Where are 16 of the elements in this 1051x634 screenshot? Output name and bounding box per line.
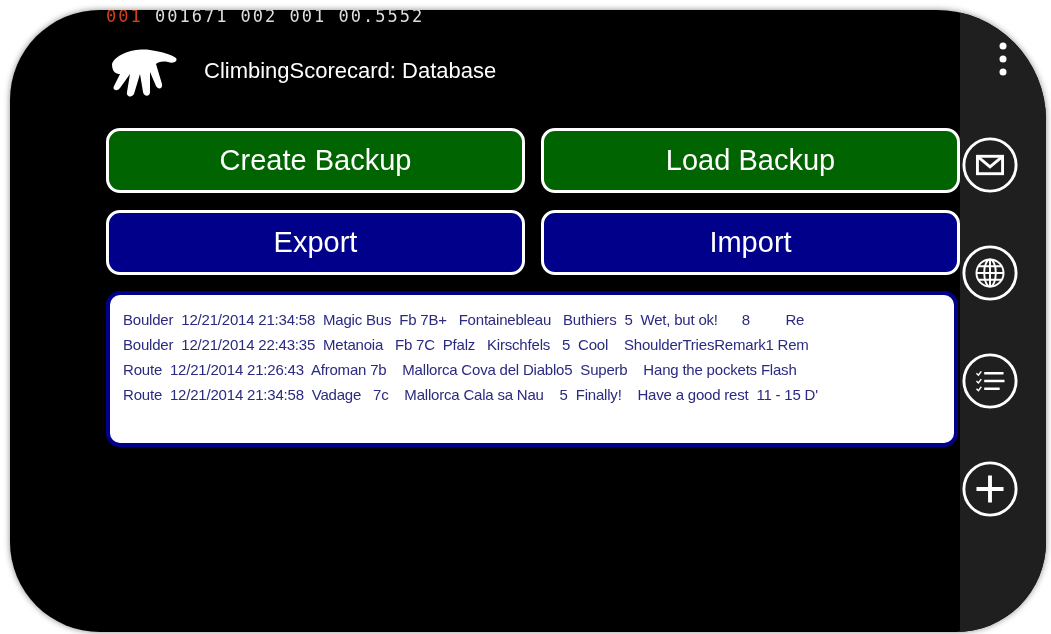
record-row[interactable]: Boulder 12/21/2014 22:43:35 Metanoia Fb 7C Pfalz Kirschfels 5 Cool ShoulderTriesRemark1 Rem xyxy=(123,332,944,357)
backup-button[interactable]: Load Backup xyxy=(541,128,960,193)
records-list[interactable] xyxy=(106,291,958,447)
globe-icon[interactable] xyxy=(961,244,1019,302)
app-title: ClimbingScorecard: Database xyxy=(204,56,497,85)
checklist-icon[interactable] xyxy=(961,352,1019,410)
transfer-button[interactable]: Export xyxy=(106,210,525,275)
record-row[interactable]: Boulder 12/21/2014 21:34:58 Magic Bus Fb 7B+ Fontainebleau Buthiers 5 Wet, but ok! 8 Re xyxy=(123,307,944,332)
more-icon[interactable] xyxy=(999,42,1007,76)
debug-counter: 001 001671 002 001 00.5552 xyxy=(106,10,426,26)
mail-icon[interactable] xyxy=(961,136,1019,194)
backup-button[interactable]: Create Backup xyxy=(106,128,525,193)
record-row[interactable]: Route 12/21/2014 21:26:43 Afroman 7b Mallorca Cova del Diablo5 Superb Hang the pockets Flash xyxy=(123,357,944,382)
record-row[interactable]: Route 12/21/2014 21:34:58 Vadage 7c Mallorca Cala sa Nau 5 Finally! Have a good rest 11 - 15 D' xyxy=(123,382,944,407)
transfer-button[interactable]: Import xyxy=(541,210,960,275)
add-icon[interactable] xyxy=(961,460,1019,518)
